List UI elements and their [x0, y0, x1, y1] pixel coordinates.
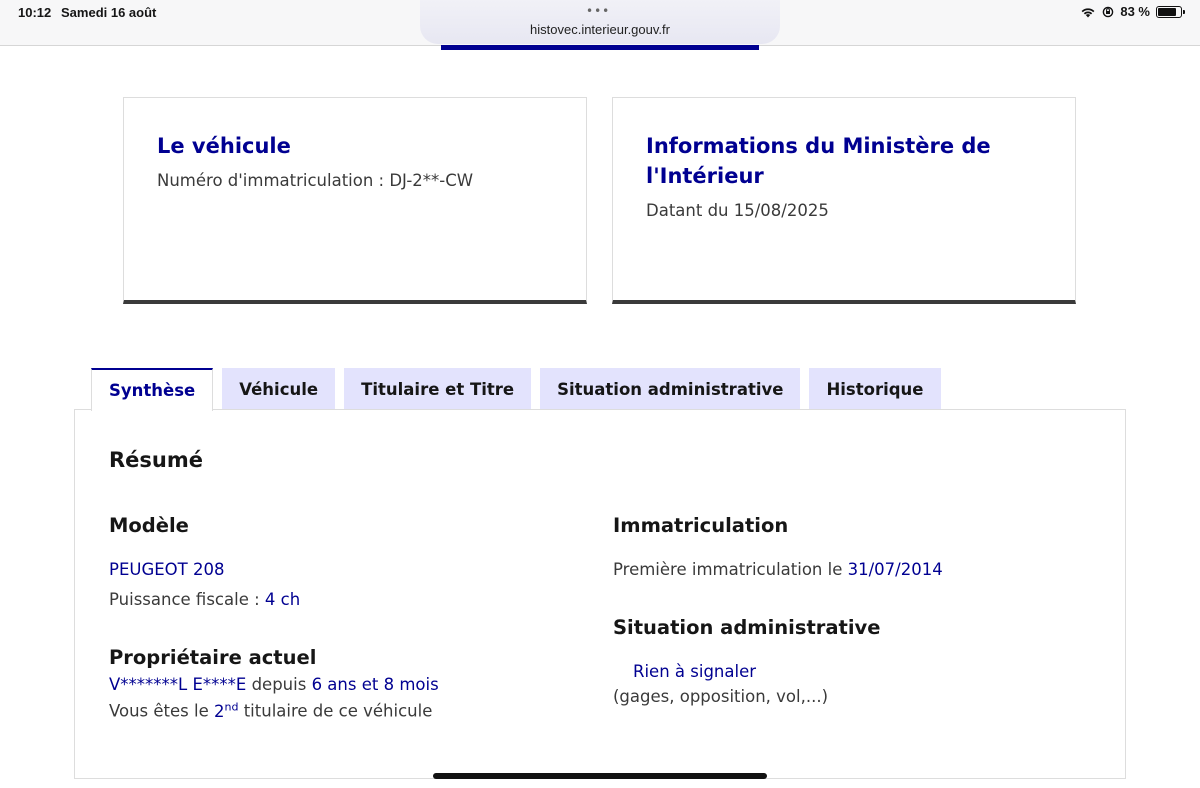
- owner-rank-num: 2: [214, 701, 225, 721]
- tab-synthese[interactable]: Synthèse: [91, 368, 214, 411]
- owner-rank-prefix: Vous êtes le: [109, 701, 214, 721]
- orientation-lock-icon: [1103, 6, 1114, 17]
- status-indicators: 83 %: [1080, 4, 1185, 19]
- tab-vehicule[interactable]: Véhicule: [222, 368, 336, 410]
- ministry-card: Informations du Ministère de l'Intérieur…: [612, 97, 1076, 304]
- first-registration-label: Première immatriculation le: [613, 560, 848, 579]
- owner-rank-number: 2nd: [214, 700, 239, 721]
- tab-situation-administrative[interactable]: Situation administrative: [540, 368, 801, 410]
- vehicle-card-title: Le véhicule: [157, 134, 291, 158]
- model-heading: Modèle: [109, 514, 189, 537]
- owner-since-label: depuis: [246, 675, 312, 694]
- owner-rank-sup: nd: [224, 700, 239, 713]
- home-indicator: [433, 773, 767, 779]
- owner-rank-suffix: titulaire de ce véhicule: [238, 701, 433, 721]
- owner-heading: Propriétaire actuel: [109, 646, 317, 669]
- tab-titulaire[interactable]: Titulaire et Titre: [344, 368, 532, 410]
- fiscal-power-value: 4 ch: [264, 590, 301, 609]
- synthese-panel: Résumé Modèle PEUGEOT 208 Puissance fisc…: [74, 409, 1126, 779]
- owner-line: V*******L E****E depuis 6 ans et 8 mois: [109, 675, 439, 694]
- admin-note: (gages, opposition, vol,...): [613, 687, 829, 706]
- wifi-icon: [1081, 7, 1095, 17]
- battery-icon: [1156, 5, 1185, 18]
- ministry-title-line2: l'Intérieur: [646, 164, 764, 188]
- status-bar: 10:12 Samedi 16 août ••• histovec.interi…: [0, 0, 1200, 46]
- ministry-card-title: Informations du Ministère de l'Intérieur: [646, 131, 1042, 191]
- ministry-title-line1: Informations du Ministère de: [646, 134, 991, 158]
- plate-number: Numéro d'immatriculation : DJ-2**-CW: [157, 171, 474, 190]
- owner-rank: Vous êtes le 2nd titulaire de ce véhicul…: [109, 700, 432, 721]
- summary-title: Résumé: [109, 448, 203, 472]
- model-name: PEUGEOT 208: [109, 560, 225, 579]
- status-date: Samedi 16 août: [61, 5, 157, 20]
- battery-percent: 83 %: [1120, 4, 1150, 19]
- first-registration-date: 31/07/2014: [847, 560, 943, 579]
- admin-status: Rien à signaler: [633, 662, 757, 681]
- status-time: 10:12: [18, 5, 52, 20]
- admin-heading: Situation administrative: [613, 616, 881, 639]
- owner-duration: 6 ans et 8 mois: [311, 675, 439, 694]
- page-load-bar: [441, 45, 759, 50]
- vehicle-card: Le véhicule Numéro d'immatriculation : D…: [123, 97, 587, 304]
- registration-heading: Immatriculation: [613, 514, 789, 537]
- fiscal-power-label: Puissance fiscale :: [109, 590, 265, 609]
- report-date: Datant du 15/08/2025: [646, 201, 829, 220]
- tab-list: Synthèse Véhicule Titulaire et Titre Sit…: [91, 368, 941, 411]
- url-text[interactable]: histovec.interieur.gouv.fr: [0, 22, 1200, 37]
- fiscal-power: Puissance fiscale : 4 ch: [109, 590, 300, 609]
- first-registration: Première immatriculation le 31/07/2014: [613, 560, 943, 579]
- more-options-icon[interactable]: •••: [586, 4, 610, 18]
- tab-historique[interactable]: Historique: [809, 368, 941, 410]
- owner-name: V*******L E****E: [109, 675, 247, 694]
